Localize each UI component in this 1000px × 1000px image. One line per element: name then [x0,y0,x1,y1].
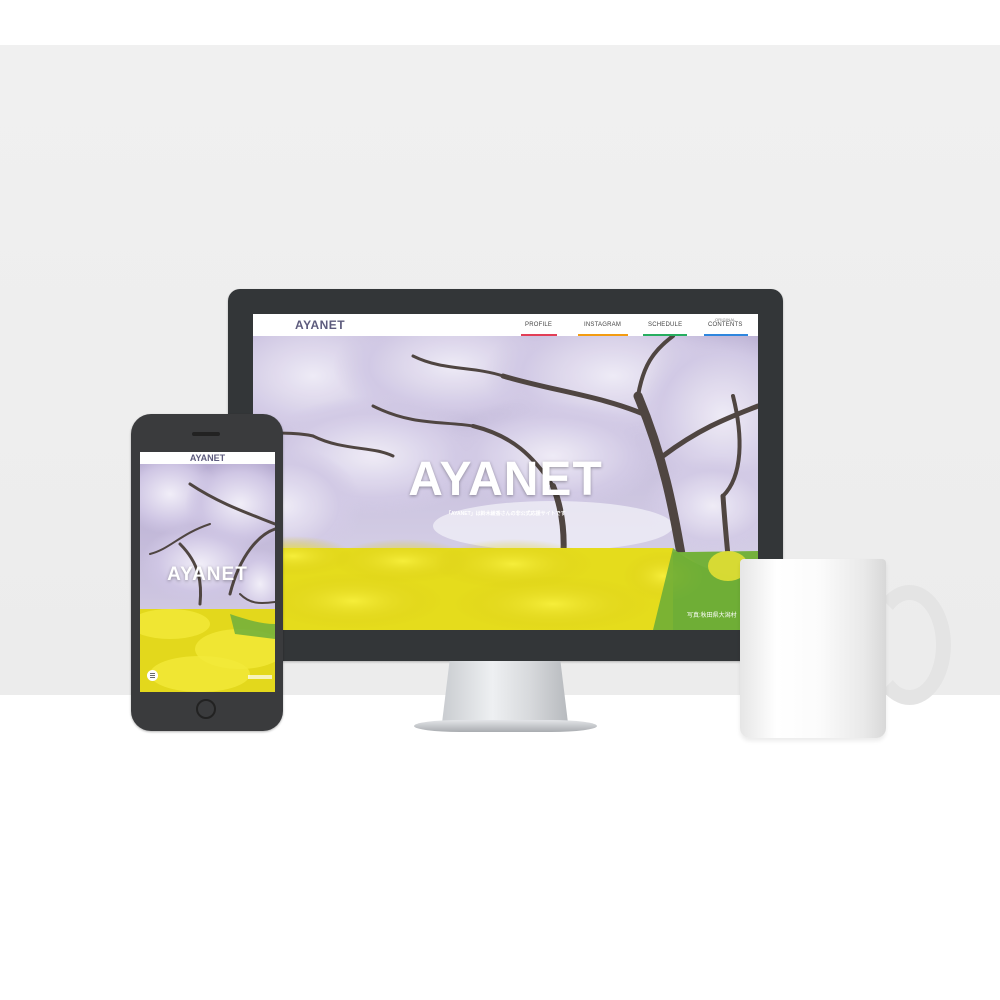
phone-speaker [192,432,220,436]
mobile-website-screen: AYANET AYANET [140,452,275,692]
mobile-menu-button[interactable] [147,670,158,681]
site-header: AYANET PROFILE INSTAGRAM SCHEDULE ORIGIN… [253,314,758,336]
nav-instagram[interactable]: INSTAGRAM [584,322,621,328]
nav-underline-blue [704,334,748,336]
hero-subtitle: 「AYANET」は鈴木綾香さんの非公式応援サイトです [446,511,566,517]
hero-title: AYANET [408,453,603,506]
nav-schedule[interactable]: SCHEDULE [648,322,682,328]
desktop-website-screen: AYANET PROFILE INSTAGRAM SCHEDULE ORIGIN… [253,314,758,630]
monitor-stand-neck [442,661,568,723]
menu-icon [150,673,155,678]
site-logo[interactable]: AYANET [295,318,345,332]
photo-credit: 写真:秋田県大潟村 [687,613,737,619]
nav-underline-green [643,334,687,336]
nav-contents-label: CONTENTS [708,322,743,328]
nav-underline-orange [578,334,628,336]
mobile-footer-label [248,675,272,679]
coffee-mug [740,559,886,738]
nav-underline-red [521,334,557,336]
product-mockup-scene: AYANET PROFILE INSTAGRAM SCHEDULE ORIGIN… [0,0,1000,1000]
backdrop-floor [0,695,1000,1000]
nav-original-contents[interactable]: ORIGINAL CONTENTS [708,317,743,328]
nav-profile[interactable]: PROFILE [525,322,552,328]
monitor-stand-base [414,720,597,732]
phone-home-button[interactable] [196,699,216,719]
mobile-hero-title: AYANET [167,564,248,585]
mobile-site-logo[interactable]: AYANET [140,453,275,463]
